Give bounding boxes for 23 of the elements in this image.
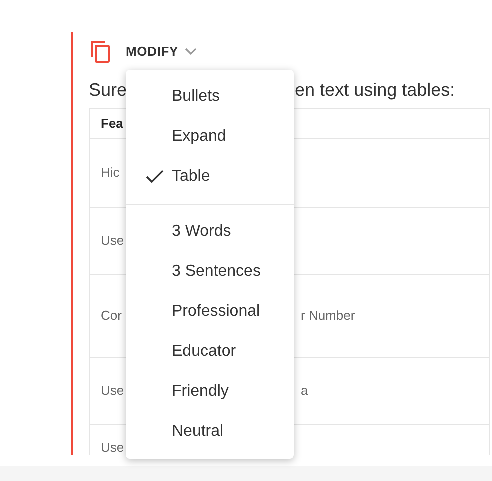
chevron-down-icon: [184, 48, 197, 56]
menu-item[interactable]: Expand: [126, 117, 294, 157]
menu-item[interactable]: Friendly: [126, 372, 294, 412]
table-cell: Use: [101, 383, 124, 398]
copy-icon[interactable]: [91, 41, 111, 63]
table-cell: Cor: [101, 308, 122, 323]
table-cell: Use: [101, 440, 124, 455]
modify-button[interactable]: MODIFY: [126, 42, 197, 62]
menu-item[interactable]: Neutral: [126, 412, 294, 452]
menu-item[interactable]: 3 Sentences: [126, 252, 294, 292]
checkmark-icon: [146, 170, 164, 184]
intro-text: Sure: [89, 78, 128, 102]
table-cell: Use: [101, 233, 124, 248]
table-cell: Hic: [101, 165, 120, 180]
menu-item[interactable]: Bullets: [126, 77, 294, 117]
menu-item[interactable]: Table: [126, 157, 294, 197]
menu-item[interactable]: 3 Words: [126, 212, 294, 252]
menu-item[interactable]: Professional: [126, 292, 294, 332]
menu-item[interactable]: Educator: [126, 332, 294, 372]
column-header: Fea: [101, 116, 124, 130]
intro-text: en text using tables:: [295, 78, 456, 102]
table-cell: a: [301, 383, 308, 398]
table-cell: r Number: [301, 308, 356, 323]
